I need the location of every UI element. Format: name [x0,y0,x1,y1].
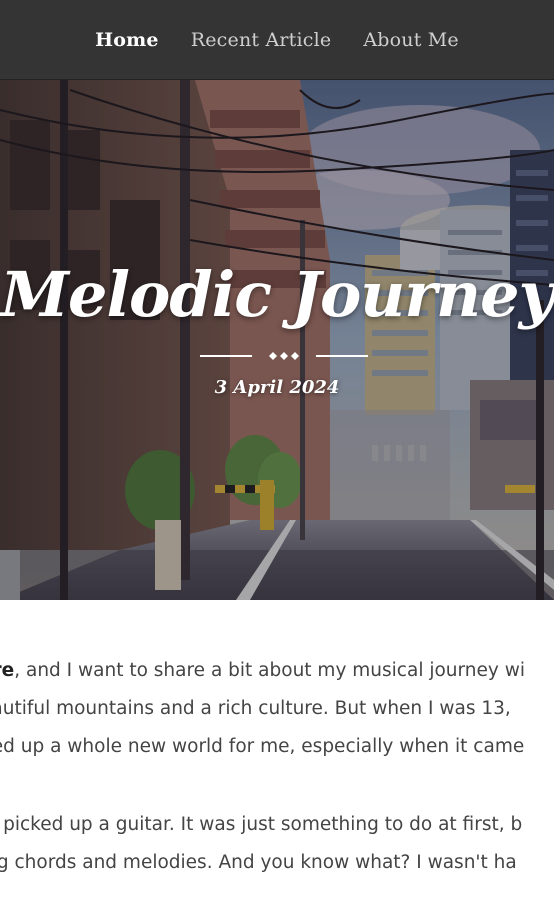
article-line: ned up a whole new world for me, especia… [0,736,525,757]
nav-home-link[interactable]: Home [95,29,159,51]
title-divider-ornament [200,352,368,360]
nav-recent-article-link[interactable]: Recent Article [191,29,332,51]
article-paragraph-2: , I picked up a guitar. It was just some… [0,806,554,882]
top-nav: Home Recent Article About Me [0,0,554,80]
nav-about-me-link[interactable]: About Me [363,29,459,51]
article-line: , I picked up a guitar. It was just some… [0,814,523,835]
hero-title: Melodic Journey [0,258,554,331]
bold-text: ere [0,660,15,681]
post-date: 3 April 2024 [214,377,340,398]
article-line: eautiful mountains and a rich culture. B… [0,698,511,719]
article-line: ere, and I want to share a bit about my … [0,652,554,690]
article-body: ere, and I want to share a bit about my … [0,652,554,922]
hero-banner: Melodic Journey 3 April 2024 [0,80,554,600]
article-line: ing chords and melodies. And you know wh… [0,852,517,873]
hero-dim-overlay [0,80,554,600]
article-paragraph-1: ere, and I want to share a bit about my … [0,652,554,766]
